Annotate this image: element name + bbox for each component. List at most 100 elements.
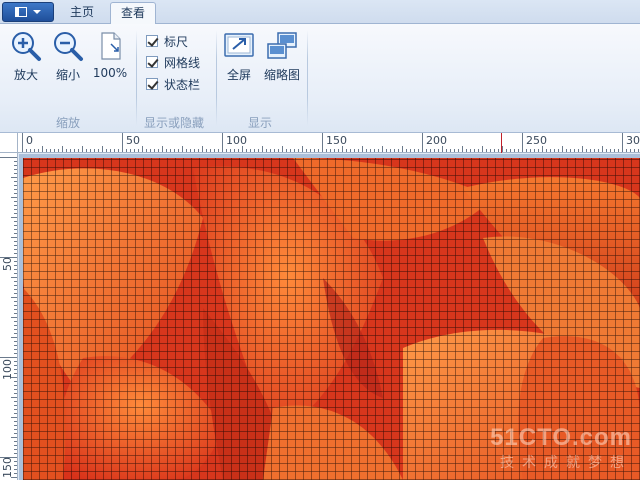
ruler-tick: [14, 345, 17, 346]
ruler-tick: [11, 197, 17, 198]
ruler-tick: [226, 149, 227, 152]
app-menu-button[interactable]: [2, 2, 54, 22]
ruler-tick: [11, 397, 17, 398]
ruler-tick: [98, 149, 99, 152]
watermark: 51CTO.com 技术成就梦想: [490, 424, 632, 472]
ruler-tick: [14, 245, 17, 246]
ruler-tick: [14, 253, 17, 254]
ruler-tick: [14, 181, 17, 182]
gridlines-checkbox[interactable]: 网格线: [146, 53, 200, 71]
ruler-tick: [154, 149, 155, 152]
ruler-tick: [78, 149, 79, 152]
statusbar-checkbox[interactable]: 状态栏: [146, 75, 200, 93]
ruler-tick: [474, 149, 475, 152]
ruler-tick: [158, 149, 159, 152]
actual-size-button[interactable]: 100%: [89, 30, 131, 92]
ruler-tick: [610, 149, 611, 152]
ruler-tick: [570, 149, 571, 152]
thumbnail-button[interactable]: 缩略图: [260, 30, 304, 92]
ruler-tick: [14, 173, 17, 174]
ruler-tick: [406, 149, 407, 152]
ruler-label: 0: [26, 134, 33, 147]
ruler-tick: [14, 465, 17, 466]
ruler-tick: [426, 149, 427, 152]
ruler-tick: [554, 149, 555, 152]
ruler-tick: [258, 149, 259, 152]
ruler-tick: [326, 149, 327, 152]
ruler-tick: [14, 289, 17, 290]
ruler-tick: [366, 149, 367, 152]
zoom-group-label: 缩放: [56, 116, 81, 130]
ruler-tick: [402, 146, 403, 152]
ruler-tick: [14, 429, 17, 430]
ruler-tick: [398, 149, 399, 152]
ruler-tick: [11, 237, 17, 238]
ruler-tick: [606, 149, 607, 152]
tab-view[interactable]: 查看: [110, 2, 157, 25]
tab-home[interactable]: 主页: [60, 2, 104, 24]
ruler-label: 150: [326, 134, 347, 147]
ruler-tick: [14, 301, 17, 302]
group-separator: [136, 30, 137, 126]
fullscreen-button[interactable]: 全屏: [220, 30, 258, 92]
horizontal-ruler: 0 50 100 150 200 250 30: [18, 133, 640, 153]
ruler-tick: [126, 149, 127, 152]
ruler-tick: [534, 149, 535, 152]
ruler-tick: [11, 437, 17, 438]
zoom-out-icon: [52, 30, 84, 62]
ruler-tick: [186, 149, 187, 152]
ruler-tick: [206, 149, 207, 152]
ruler-tick: [354, 149, 355, 152]
ruler-tick: [182, 146, 183, 152]
ruler-tick: [14, 161, 17, 162]
zoom-out-button[interactable]: 缩小: [48, 30, 88, 92]
ruler-tick: [22, 133, 23, 152]
ruler-tick: [218, 149, 219, 152]
ruler-tick: [394, 149, 395, 152]
show-hide-group-label: 显示或隐藏: [144, 116, 205, 130]
ruler-tick: [470, 149, 471, 152]
ruler-tick: [362, 146, 363, 152]
ruler-tick: [14, 369, 17, 370]
canvas-area[interactable]: 51CTO.com 技术成就梦想: [19, 154, 640, 480]
ruler-tick: [574, 149, 575, 152]
zoom-in-button[interactable]: 放大: [6, 30, 46, 92]
ruler-tick: [282, 146, 283, 152]
ruler-tick: [14, 185, 17, 186]
ruler-tick: [14, 273, 17, 274]
actual-size-icon: [94, 30, 126, 62]
ruler-tick: [150, 149, 151, 152]
ruler-tick: [14, 445, 17, 446]
ruler-tick: [490, 149, 491, 152]
ruler-tick: [11, 317, 17, 318]
ruler-tick: [598, 149, 599, 152]
ruler-tick: [230, 149, 231, 152]
ruler-tick: [562, 146, 563, 152]
photo-canvas[interactable]: 51CTO.com 技术成就梦想: [23, 158, 640, 480]
ruler-tick: [11, 417, 17, 418]
checkbox-checked-icon: [146, 78, 158, 90]
ruler-tick: [250, 149, 251, 152]
ruler-tick: [458, 149, 459, 152]
ruler-tick: [14, 201, 17, 202]
ruler-checkbox-label: 标尺: [164, 34, 189, 49]
ruler-tick: [550, 149, 551, 152]
ruler-label: 150: [1, 457, 14, 478]
ruler-tick: [122, 133, 123, 152]
ruler-tick: [422, 133, 423, 152]
display-group-label: 显示: [248, 116, 273, 130]
ruler-tick: [522, 133, 523, 152]
document-icon: [15, 7, 27, 17]
chevron-down-icon: [33, 10, 41, 14]
ruler-tick: [558, 149, 559, 152]
ruler-tick: [278, 149, 279, 152]
ruler-checkbox[interactable]: 标尺: [146, 32, 188, 50]
ruler-tick: [14, 349, 17, 350]
ruler-label: 30: [626, 134, 640, 147]
ruler-tick: [142, 146, 143, 152]
ruler-corner: [0, 133, 18, 153]
watermark-line2: 技术成就梦想: [500, 455, 632, 471]
ruler-tick: [0, 357, 17, 358]
ruler-tick: [14, 209, 17, 210]
ruler-tick: [66, 149, 67, 152]
